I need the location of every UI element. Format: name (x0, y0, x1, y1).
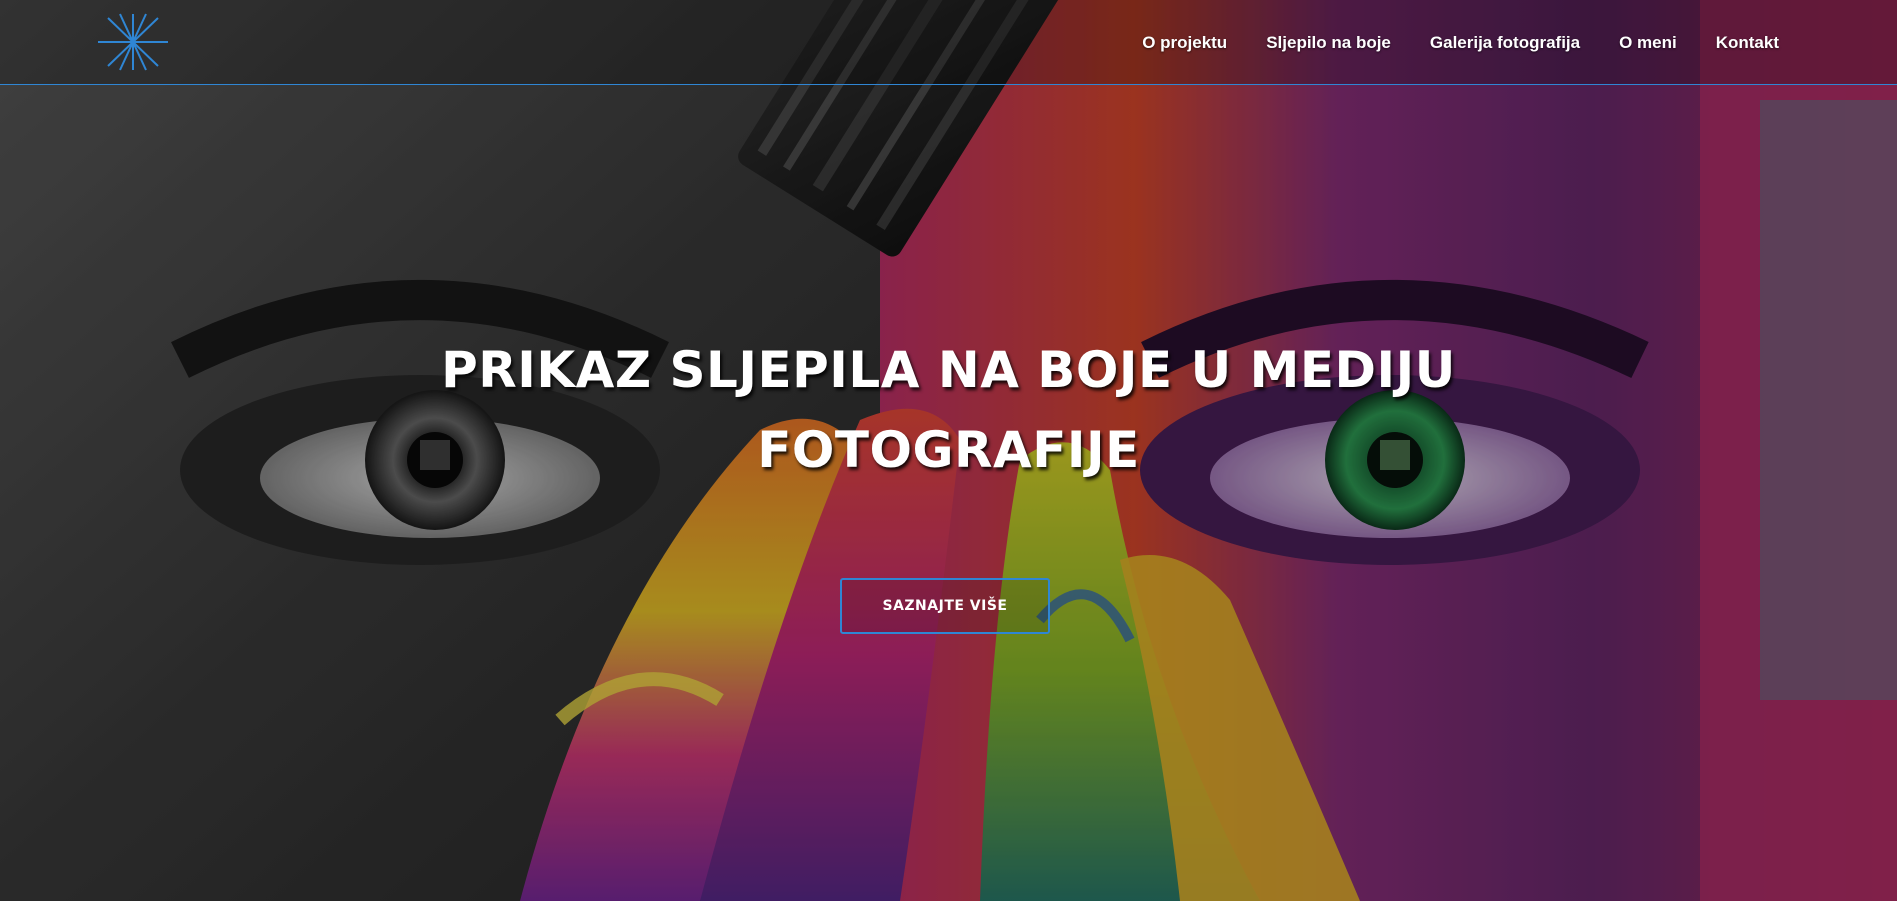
top-navbar: O projektu Sljepilo na boje Galerija fot… (0, 0, 1897, 85)
hero-section: O projektu Sljepilo na boje Galerija fot… (0, 0, 1897, 901)
nav-item-sljepilo-na-boje[interactable]: Sljepilo na boje (1266, 33, 1391, 53)
star-logo-icon[interactable] (96, 12, 170, 72)
nav-item-o-meni[interactable]: O meni (1619, 33, 1677, 53)
nav-item-o-projektu[interactable]: O projektu (1142, 33, 1227, 53)
hero-title: PRIKAZ SLJEPILA NA BOJE U MEDIJU FOTOGRA… (441, 341, 1456, 479)
nav-item-kontakt[interactable]: Kontakt (1716, 33, 1779, 53)
nav-item-galerija-fotografija[interactable]: Galerija fotografija (1430, 33, 1580, 53)
main-nav: O projektu Sljepilo na boje Galerija fot… (1103, 0, 1779, 85)
learn-more-button[interactable]: SAZNAJTE VIŠE (840, 578, 1050, 634)
